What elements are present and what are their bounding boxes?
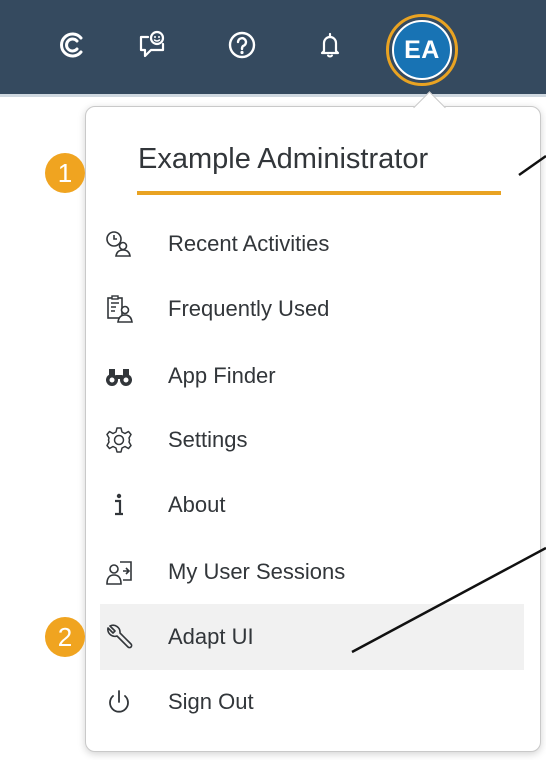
callout-line-1 [518, 154, 546, 177]
annotation-callout-lines [351, 154, 546, 654]
callout-line-2 [351, 546, 546, 654]
